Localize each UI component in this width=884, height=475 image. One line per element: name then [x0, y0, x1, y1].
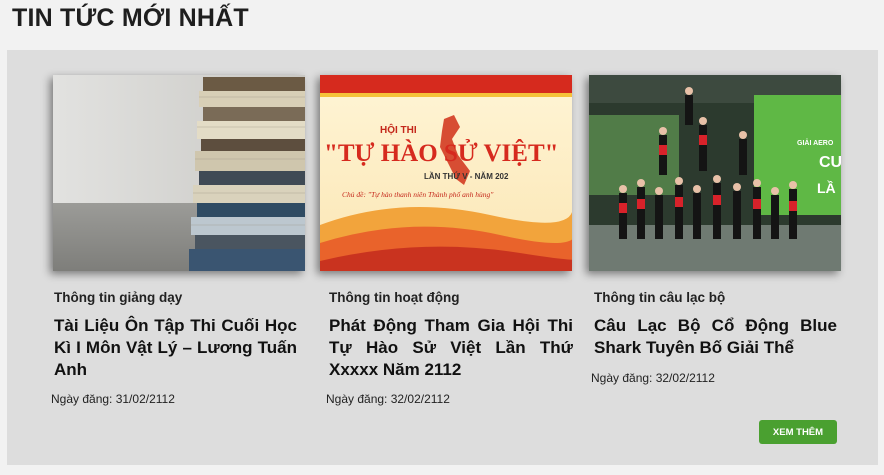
svg-text:"TỰ HÀO SỬ VIỆT": "TỰ HÀO SỬ VIỆT" [324, 139, 559, 167]
svg-text:GIẢI AERO: GIẢI AERO [797, 138, 834, 147]
news-category[interactable]: Thông tin giảng dạy [54, 290, 182, 305]
svg-text:LẦN THỨ V - NĂM 202: LẦN THỨ V - NĂM 202 [424, 171, 509, 181]
news-panel: Thông tin giảng dạy Tài Liệu Ôn Tập Thi … [7, 50, 878, 465]
see-more-button[interactable]: XEM THÊM [759, 420, 837, 444]
cheerleading-photo: GIẢI AERO CU LẦ [589, 75, 841, 271]
news-title[interactable]: Phát Động Tham Gia Hội Thi Tự Hào Sử Việ… [329, 315, 573, 381]
news-date: Ngày đăng: 32/02/2112 [591, 371, 715, 385]
news-date: Ngày đăng: 32/02/2112 [326, 392, 450, 406]
books-image [53, 75, 305, 271]
svg-text:HỘI THI: HỘI THI [380, 123, 417, 136]
svg-text:CU: CU [819, 154, 841, 171]
news-category[interactable]: Thông tin câu lạc bộ [594, 290, 725, 305]
news-thumbnail-cheer[interactable]: GIẢI AERO CU LẦ [589, 75, 841, 271]
svg-text:LẦ: LẦ [817, 180, 836, 196]
section-title: TIN TỨC MỚI NHẤT [12, 4, 249, 32]
news-title[interactable]: Tài Liệu Ôn Tập Thi Cuối Học Kì I Môn Vậ… [54, 315, 297, 381]
news-date: Ngày đăng: 31/02/2112 [51, 392, 175, 406]
news-category[interactable]: Thông tin hoạt động [329, 290, 459, 305]
contest-banner-image: HỘI THI "TỰ HÀO SỬ VIỆT" LẦN THỨ V - NĂM… [320, 75, 572, 271]
news-title[interactable]: Câu Lạc Bộ Cổ Động Blue Shark Tuyên Bố G… [594, 315, 837, 359]
svg-text:Chủ đề: "Tự hào thanh niên Thà: Chủ đề: "Tự hào thanh niên Thành phố anh… [342, 190, 494, 199]
news-thumbnail-contest[interactable]: HỘI THI "TỰ HÀO SỬ VIỆT" LẦN THỨ V - NĂM… [320, 75, 572, 271]
news-thumbnail-books[interactable] [53, 75, 305, 271]
